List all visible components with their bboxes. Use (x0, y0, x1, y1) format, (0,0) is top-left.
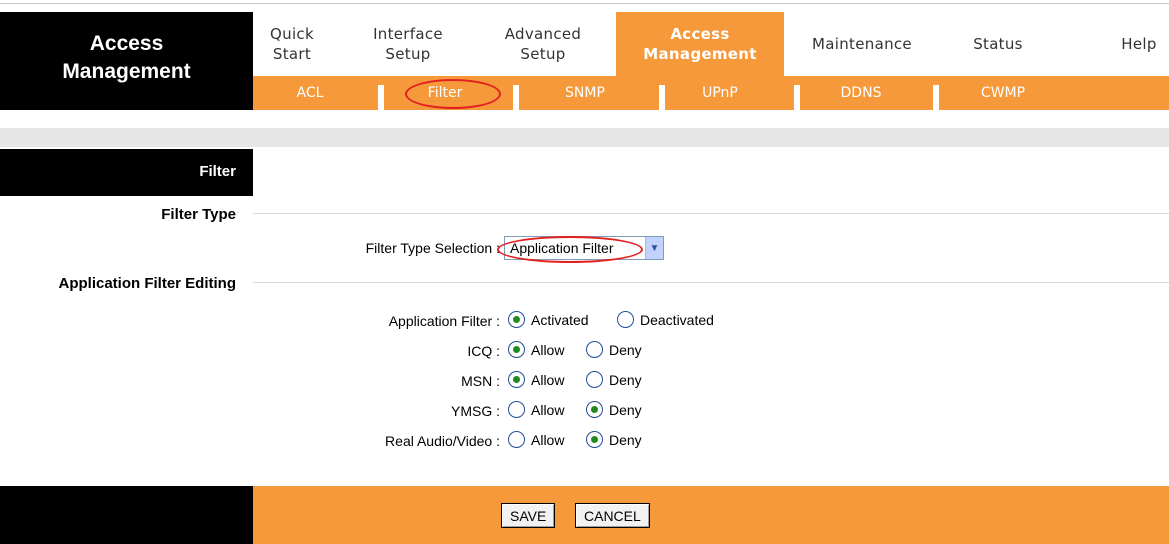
subnav-separator (933, 85, 939, 110)
nav-help[interactable]: Help (1109, 12, 1169, 76)
app-row-real-audio-video: Real Audio/Video : Allow Deny (253, 429, 1169, 455)
subnav-cwmp[interactable]: CWMP (968, 76, 1038, 110)
radio-allow[interactable] (508, 401, 525, 418)
subnav-ddns[interactable]: DDNS (826, 76, 896, 110)
app-label: MSN : (461, 373, 500, 389)
msn-allow-option[interactable]: Allow (508, 371, 564, 388)
app-label: YMSG : (450, 403, 500, 419)
app-row-msn: MSN : Allow Deny (253, 369, 1169, 395)
nav-maintenance[interactable]: Maintenance (792, 12, 932, 76)
nav-label-line2: Management (643, 45, 757, 63)
subnav-upnp[interactable]: UPnP (685, 76, 755, 110)
app-label: Real Audio/Video : (385, 433, 500, 449)
option-label: Deny (609, 341, 642, 358)
app-row-icq: ICQ : Allow Deny (253, 339, 1169, 365)
gray-spacer-band (0, 128, 1169, 147)
app-filter-row: Application Filter : Activated Deactivat… (253, 309, 1169, 335)
chevron-down-icon[interactable]: ▼ (645, 237, 663, 259)
app-row-ymsg: YMSG : Allow Deny (253, 399, 1169, 425)
option-label: Allow (531, 371, 565, 388)
brand-line-2: Management (62, 60, 191, 83)
nav-label-line1: Status (973, 35, 1023, 53)
nav-label-line1: Maintenance (812, 35, 912, 53)
radio-allow[interactable] (508, 431, 525, 448)
top-divider (0, 3, 1169, 4)
nav-label-line2: Start (272, 45, 312, 63)
subnav-separator (513, 85, 519, 110)
radio-allow[interactable] (508, 341, 525, 358)
nav-label-line1: Advanced (504, 25, 582, 43)
option-label: Deactivated (640, 311, 714, 328)
option-label: Deny (609, 371, 642, 388)
section-app-filter-editing-title: Application Filter Editing (58, 275, 237, 292)
subnav-snmp[interactable]: SNMP (545, 76, 625, 110)
nav-label-line2: Setup (520, 45, 566, 63)
footer-actions: SAVE CANCEL (253, 486, 1169, 544)
nav-interface-setup[interactable]: Interface Setup (358, 12, 458, 76)
app-filter-deactivated-option[interactable]: Deactivated (617, 311, 714, 328)
radio-deny[interactable] (586, 431, 603, 448)
subnav-separator (659, 85, 665, 110)
radio-deny[interactable] (586, 341, 603, 358)
nav-quick-start[interactable]: Quick Start (257, 12, 327, 76)
option-label: Allow (531, 341, 565, 358)
nav-label-line1: Interface (373, 25, 443, 43)
app-filter-activated-option[interactable]: Activated (508, 311, 589, 328)
nav-advanced-setup[interactable]: Advanced Setup (493, 12, 593, 76)
section-filter-title: Filter (199, 163, 236, 180)
option-label: Allow (531, 401, 565, 418)
divider (253, 282, 1169, 283)
radio-allow[interactable] (508, 371, 525, 388)
main-nav: Quick Start Interface Setup Advanced Set… (253, 12, 1169, 76)
app-label: ICQ : (467, 343, 500, 359)
nav-label-line1: Access (670, 25, 730, 43)
cancel-button[interactable]: CANCEL (575, 503, 650, 528)
filter-type-select[interactable]: Application Filter ▼ (504, 236, 664, 260)
nav-access-management[interactable]: Access Management (616, 12, 784, 76)
save-button[interactable]: SAVE (501, 503, 556, 528)
nav-label-line1: Quick (270, 25, 314, 43)
divider (253, 213, 1169, 214)
subnav-filter[interactable]: Filter (413, 76, 477, 110)
icq-allow-option[interactable]: Allow (508, 341, 564, 358)
filter-type-row: Filter Type Selection : Application Filt… (253, 236, 1169, 262)
icq-deny-option[interactable]: Deny (586, 341, 642, 358)
sub-nav: ACL Filter SNMP UPnP DDNS CWMP (253, 76, 1169, 110)
realav-allow-option[interactable]: Allow (508, 431, 564, 448)
ymsg-allow-option[interactable]: Allow (508, 401, 564, 418)
filter-type-value: Application Filter (510, 240, 614, 256)
nav-label-line2: Setup (385, 45, 431, 63)
subnav-separator (378, 85, 384, 110)
section-filter-header: Filter (0, 149, 253, 196)
subnav-separator (794, 85, 800, 110)
app-filter-label: Application Filter : (388, 313, 500, 329)
nav-status[interactable]: Status (958, 12, 1038, 76)
radio-deny[interactable] (586, 371, 603, 388)
option-label: Allow (531, 431, 565, 448)
realav-deny-option[interactable]: Deny (586, 431, 642, 448)
radio-deactivated[interactable] (617, 311, 634, 328)
msn-deny-option[interactable]: Deny (586, 371, 642, 388)
page-brand: Access Management (0, 12, 253, 110)
ymsg-deny-option[interactable]: Deny (586, 401, 642, 418)
filter-type-label: Filter Type Selection : (365, 240, 500, 256)
section-filter-type-title: Filter Type (161, 206, 236, 223)
option-label: Deny (609, 431, 642, 448)
option-label: Deny (609, 401, 642, 418)
option-label: Activated (531, 311, 589, 328)
radio-deny[interactable] (586, 401, 603, 418)
subnav-acl[interactable]: ACL (285, 76, 335, 110)
nav-label-line1: Help (1121, 35, 1157, 53)
radio-activated[interactable] (508, 311, 525, 328)
footer-left-panel (0, 486, 253, 544)
brand-line-1: Access (89, 32, 164, 55)
